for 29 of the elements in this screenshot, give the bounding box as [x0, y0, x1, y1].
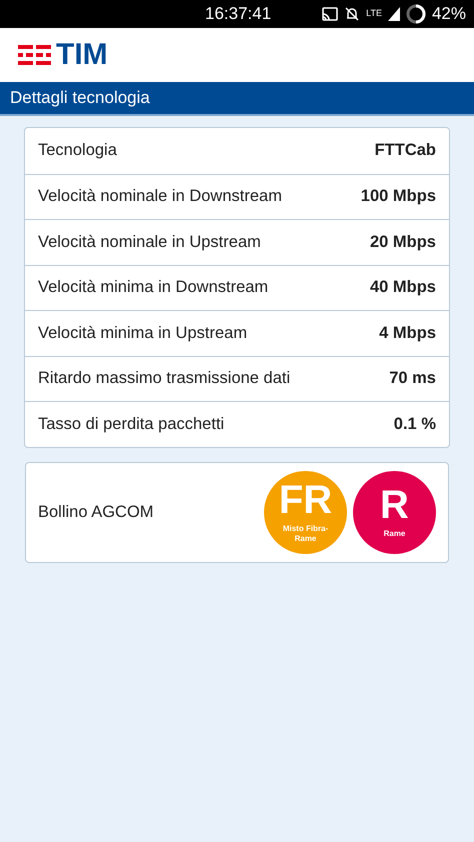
- detail-label: Ritardo massimo trasmissione dati: [38, 368, 290, 390]
- detail-value: 0.1 %: [394, 414, 436, 435]
- badge-letters: FR: [278, 480, 332, 520]
- network-type: LTE: [366, 7, 382, 20]
- detail-label: Velocità minima in Downstream: [38, 277, 268, 298]
- badge-letters: R: [380, 485, 409, 525]
- detail-label: Tasso di perdita pacchetti: [38, 414, 224, 435]
- agcom-label: Bollino AGCOM: [38, 502, 154, 523]
- detail-value: 4 Mbps: [379, 322, 436, 344]
- detail-label: Tecnologia: [38, 140, 117, 162]
- detail-label: Velocità nominale in Downstream: [38, 186, 282, 208]
- detail-label: Velocità minima in Upstream: [38, 322, 248, 344]
- badge-caption: Misto Fibra-Rame: [282, 524, 330, 544]
- page-title: Dettagli tecnologia: [10, 87, 150, 110]
- badge-caption: Rame: [382, 529, 406, 539]
- detail-value: 100 Mbps: [360, 186, 436, 208]
- detail-value: 70 ms: [389, 368, 436, 390]
- cast-icon: [322, 7, 338, 21]
- logo-stripes-icon: [18, 42, 52, 68]
- logo-text: TIM: [56, 40, 108, 70]
- detail-label: Velocità nominale in Upstream: [38, 232, 261, 253]
- detail-value: 40 Mbps: [370, 277, 436, 298]
- bell-off-icon: [344, 6, 360, 22]
- detail-value: FTTCab: [374, 140, 436, 162]
- battery-level: 42%: [432, 3, 466, 26]
- clock: 16:37:41: [205, 3, 272, 26]
- detail-value: 20 Mbps: [370, 232, 436, 253]
- signal-icon: [388, 7, 400, 21]
- battery-icon: [406, 4, 426, 24]
